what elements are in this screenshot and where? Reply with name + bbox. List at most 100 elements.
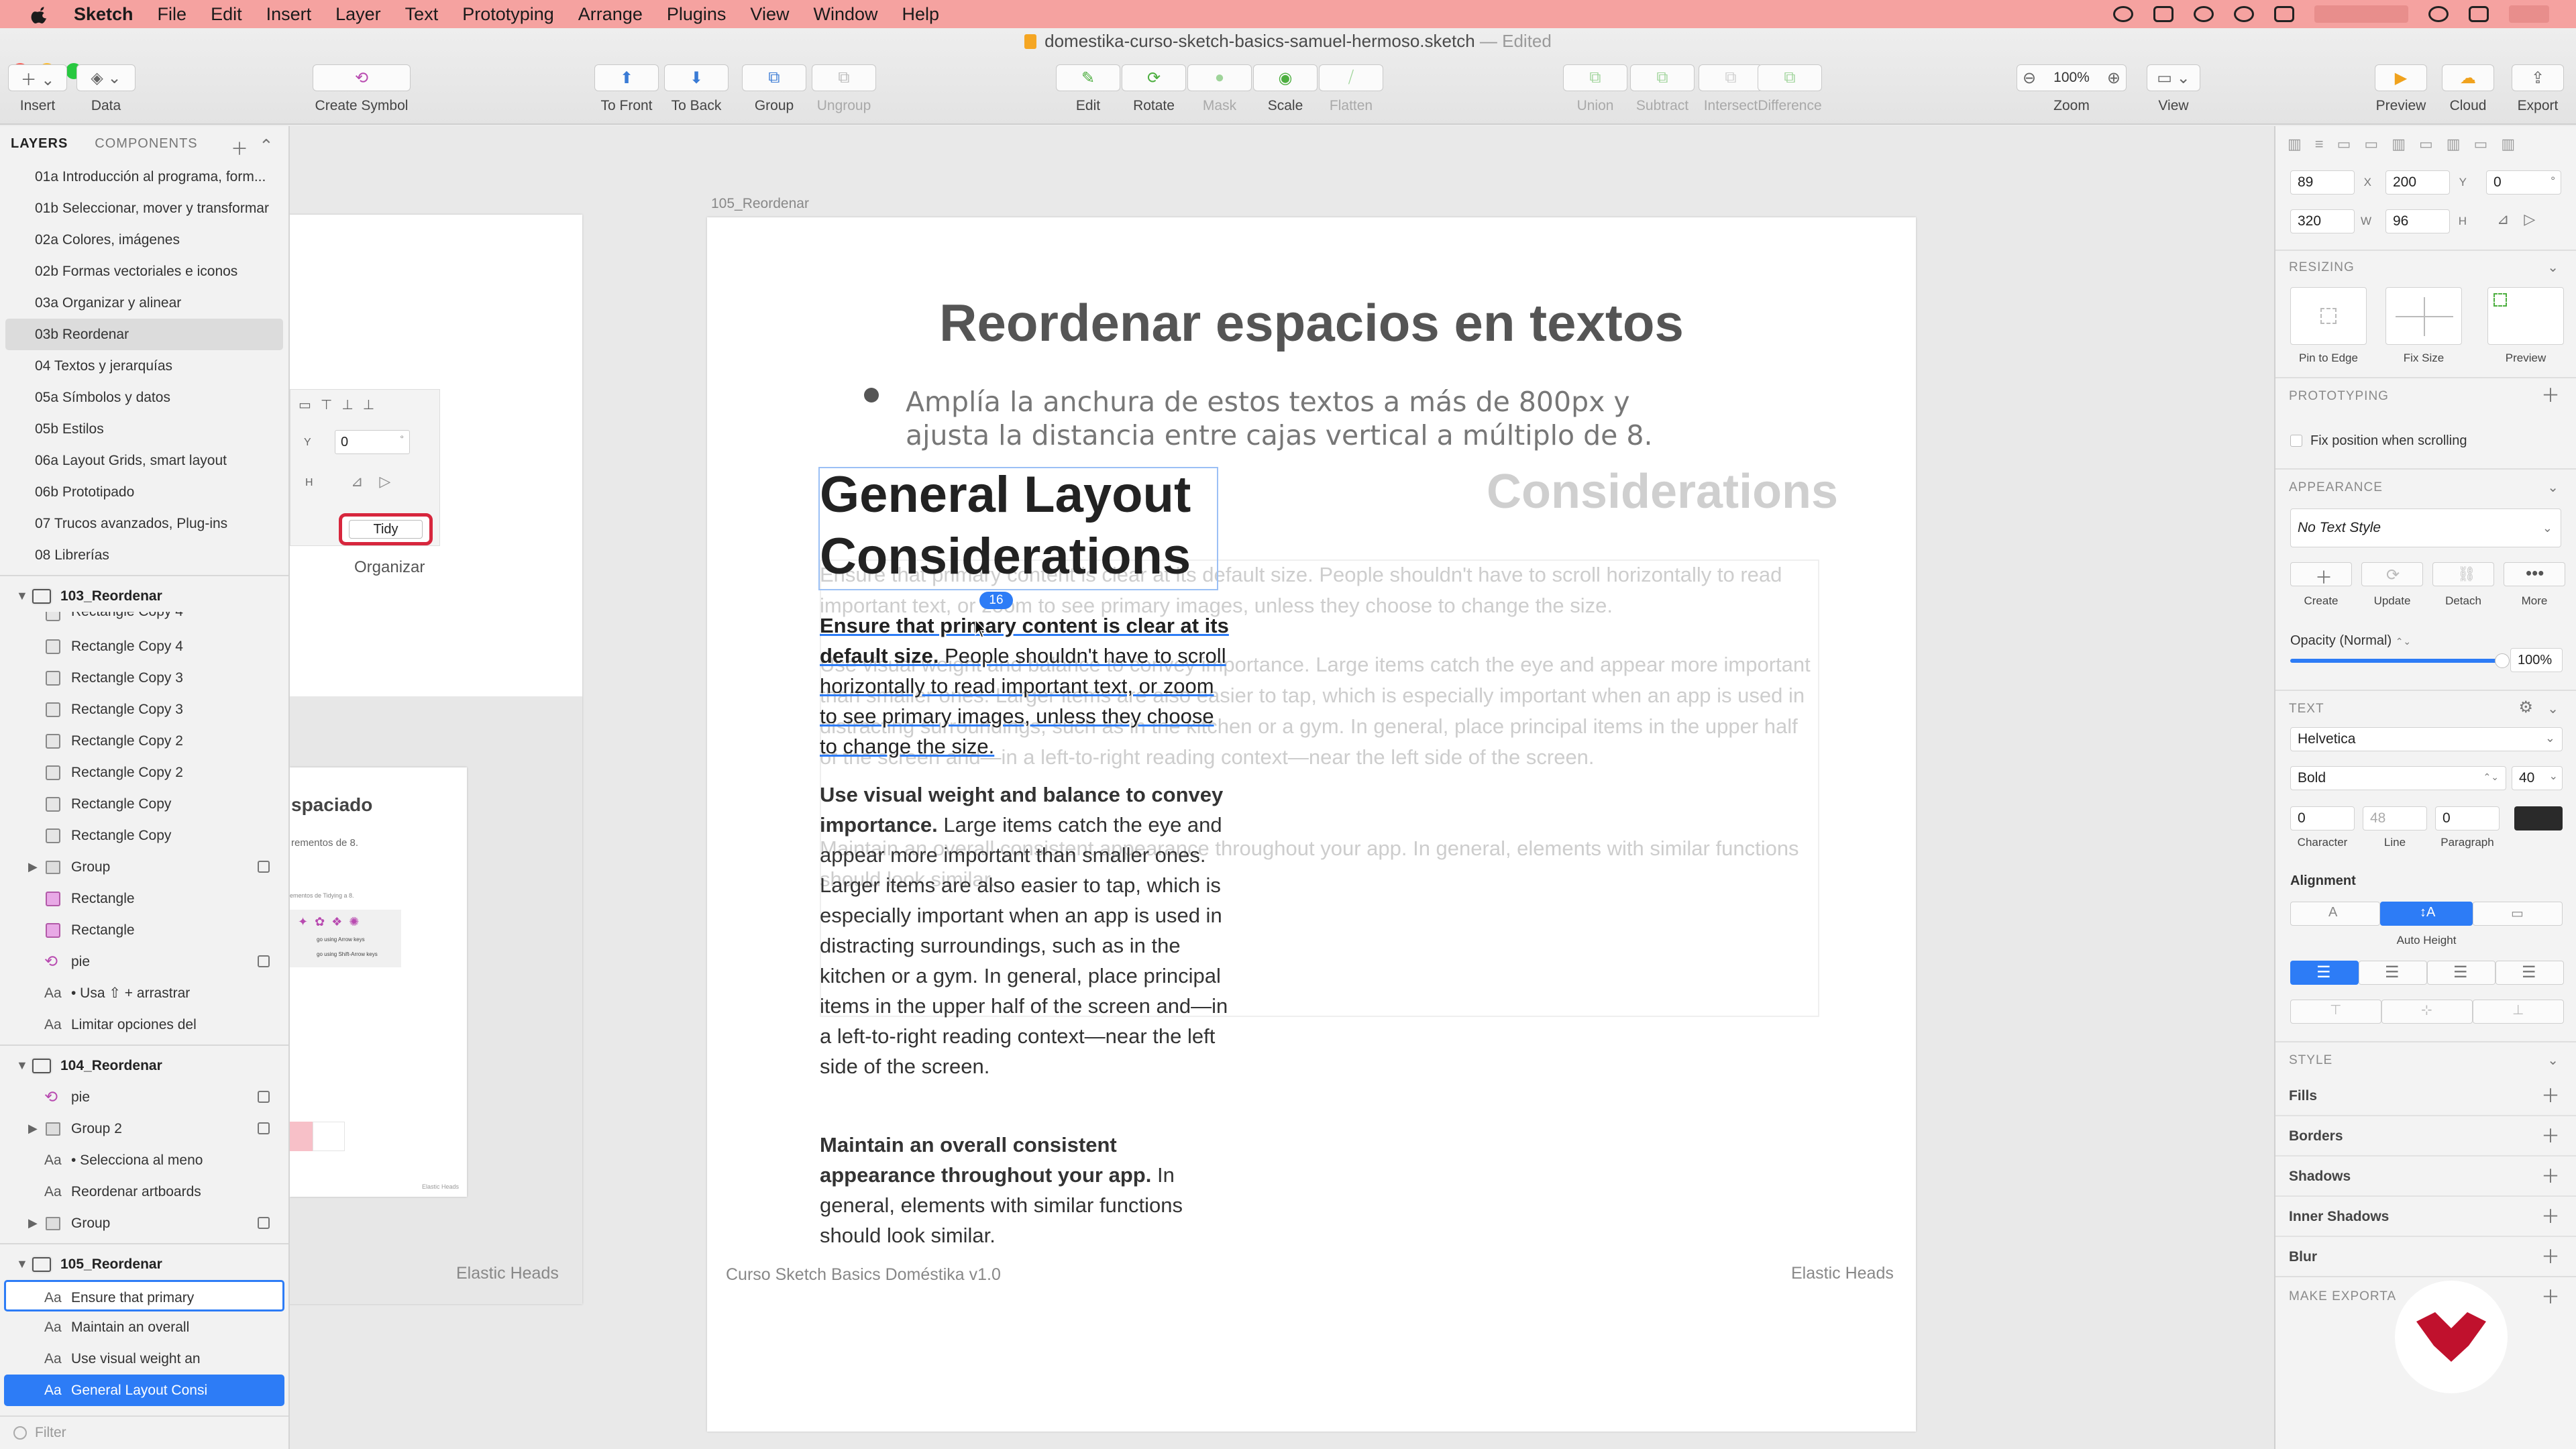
view-button[interactable]: ▭ ⌄ — [2147, 64, 2200, 91]
disclosure-triangle-icon[interactable]: ▼ — [16, 1050, 28, 1081]
apple-logo-icon[interactable] — [25, 4, 55, 24]
scale-tool[interactable]: ◉ Scale — [1253, 64, 1318, 114]
layer-artboard[interactable]: ▼ 104_Reordenar — [4, 1050, 284, 1081]
rotate-button[interactable]: ⟳ — [1122, 64, 1186, 91]
to-front-button[interactable]: ⬆ — [594, 64, 659, 91]
scale-button[interactable]: ◉ — [1253, 64, 1318, 91]
to-back-button[interactable]: ⬇ — [664, 64, 729, 91]
menu-prototyping[interactable]: Prototyping — [462, 4, 554, 25]
page-item[interactable]: 01b Seleccionar, mover y transformar — [5, 193, 283, 224]
layer-item[interactable]: Rectangle Copy 3 — [4, 694, 284, 725]
to-front-tool[interactable]: ⬆ To Front — [594, 64, 659, 114]
wifi-icon[interactable] — [2234, 6, 2254, 22]
disclosure-triangle-icon[interactable]: ▶ — [28, 1208, 38, 1239]
create-style-button[interactable]: ＋ — [2290, 562, 2352, 588]
chevron-down-icon[interactable]: ⌄ — [2547, 1052, 2559, 1069]
instruction-bullet-text[interactable]: Amplía la anchura de estos textos a más … — [906, 385, 1711, 452]
page-item[interactable]: 01a Introducción al programa, form... — [5, 161, 283, 193]
align-right-button[interactable]: ☰ — [2427, 961, 2496, 985]
page-item[interactable]: 05a Símbolos y datos — [5, 382, 283, 413]
page-item[interactable]: 02b Formas vectoriales e iconos — [5, 256, 283, 287]
page-item[interactable]: 05b Estilos — [5, 413, 283, 445]
flip-icons[interactable]: ⊿▷ — [2497, 211, 2550, 228]
layer-group[interactable]: ▶ Group — [4, 851, 284, 883]
union-button[interactable]: ⧉ — [1563, 64, 1627, 91]
layer-item[interactable]: Rectangle Copy 2 — [4, 757, 284, 788]
more-style-button[interactable]: ••• — [2504, 562, 2565, 586]
layer-symbol[interactable]: ⟲ pie — [4, 1081, 284, 1113]
record-icon[interactable] — [2113, 6, 2133, 22]
group-tool[interactable]: ⧉ Group — [742, 64, 806, 114]
create-symbol-tool[interactable]: ⟲ Create Symbol — [313, 64, 411, 114]
disclosure-triangle-icon[interactable]: ▼ — [16, 1248, 28, 1280]
intersect-tool[interactable]: ⧉ Intersect — [1699, 64, 1763, 114]
paragraph-2-text-layer[interactable]: Use visual weight and balance to convey … — [820, 780, 1230, 1081]
layer-text[interactable]: Aa Maintain an overall — [4, 1311, 284, 1343]
chevron-down-icon[interactable]: ⌄ — [2547, 700, 2559, 717]
artboard-label[interactable]: 105_Reordenar — [711, 196, 809, 212]
page-item[interactable]: 04 Textos y jerarquías — [5, 350, 283, 382]
title-text-layer[interactable]: General Layout Considerations — [820, 464, 1249, 588]
character-spacing-field[interactable]: 0 — [2290, 806, 2355, 830]
text-color-swatch[interactable] — [2514, 806, 2563, 830]
menu-help[interactable]: Help — [902, 4, 940, 25]
page-item[interactable]: 08 Librerías — [5, 539, 283, 571]
chevron-down-icon[interactable]: ⌄ — [2547, 259, 2559, 276]
edit-tool[interactable]: ✎ Edit — [1056, 64, 1120, 114]
layer-text[interactable]: Aa • Selecciona al meno — [4, 1144, 284, 1176]
chevron-down-icon[interactable]: ⌄ — [2547, 479, 2559, 496]
height-field[interactable]: 96 H — [2385, 209, 2467, 233]
layer-item[interactable]: Rectangle Copy 4 — [4, 612, 284, 631]
difference-tool[interactable]: ⧉ Difference — [1758, 64, 1822, 114]
tab-components[interactable]: COMPONENTS — [95, 136, 197, 152]
ungroup-button[interactable]: ⧉ — [812, 64, 876, 91]
export-button[interactable]: ⇪ — [2512, 64, 2564, 91]
data-tool[interactable]: ◈ ⌄ Data — [76, 64, 136, 114]
auto-width-button[interactable]: A — [2290, 902, 2380, 926]
canvas[interactable]: ▭⊤⊥⊥ Y 0 ° H ⊿▷ Tidy Organizar spaciado r… — [290, 126, 2274, 1449]
subtract-button[interactable]: ⧉ — [1630, 64, 1695, 91]
disclosure-triangle-icon[interactable]: ▼ — [16, 580, 28, 612]
cloud-button[interactable]: ☁ — [2442, 64, 2494, 91]
align-left-button[interactable]: ☰ — [2290, 961, 2359, 985]
page-item-selected[interactable]: 03b Reordenar — [5, 319, 283, 350]
ungroup-tool[interactable]: ⧉ Ungroup — [812, 64, 876, 114]
x-position-field[interactable]: 89 X — [2290, 170, 2371, 195]
disclosure-triangle-icon[interactable]: ▶ — [28, 1113, 38, 1144]
export-tool[interactable]: ⇪ Export — [2512, 64, 2564, 114]
opacity-value-field[interactable]: 100% — [2510, 648, 2563, 672]
layer-text[interactable]: Aa Use visual weight an — [4, 1343, 284, 1375]
menu-text[interactable]: Text — [405, 4, 439, 25]
add-fill-icon[interactable]: ＋ — [2541, 1081, 2560, 1108]
menu-sketch[interactable]: Sketch — [74, 4, 133, 25]
menu-window[interactable]: Window — [813, 4, 877, 25]
menu-file[interactable]: File — [158, 4, 187, 25]
menu-plugins[interactable]: Plugins — [667, 4, 727, 25]
add-prototyping-icon[interactable]: ＋ — [2541, 381, 2560, 408]
calendar-icon[interactable] — [2274, 6, 2294, 22]
layer-item[interactable]: Rectangle Copy 2 — [4, 725, 284, 757]
pin-to-edge-control[interactable] — [2290, 287, 2367, 345]
intersect-button[interactable]: ⧉ — [1699, 64, 1763, 91]
page-item[interactable]: 02a Colores, imágenes — [5, 224, 283, 256]
cloud-tool[interactable]: ☁ Cloud — [2442, 64, 2494, 114]
add-blur-icon[interactable]: ＋ — [2541, 1242, 2560, 1269]
group-button[interactable]: ⧉ — [742, 64, 806, 91]
layer-symbol[interactable]: ⟲ pie — [4, 946, 284, 977]
difference-button[interactable]: ⧉ — [1758, 64, 1822, 91]
lock-icon[interactable] — [258, 1122, 270, 1134]
data-button[interactable]: ◈ ⌄ — [76, 64, 136, 91]
rotate-tool[interactable]: ⟳ Rotate — [1122, 64, 1186, 114]
layer-text[interactable]: Aa Limitar opciones del — [4, 1009, 284, 1040]
layer-artboard[interactable]: ▼ 105_Reordenar — [4, 1248, 284, 1280]
lock-icon[interactable] — [258, 1091, 270, 1103]
page-item[interactable]: 06b Prototipado — [5, 476, 283, 508]
opacity-slider-track[interactable] — [2290, 653, 2510, 668]
insert-tool[interactable]: ＋ ⌄ Insert — [8, 64, 67, 114]
alignment-tools-icons[interactable]: ▥≡▭▭▥▭▥▭▥ — [2288, 136, 2528, 153]
add-border-icon[interactable]: ＋ — [2541, 1122, 2560, 1148]
line-height-field[interactable]: 48 — [2363, 806, 2427, 830]
layer-item[interactable]: Rectangle Copy — [4, 820, 284, 851]
fix-position-checkbox[interactable] — [2290, 435, 2302, 447]
layer-item[interactable]: Rectangle — [4, 914, 284, 946]
